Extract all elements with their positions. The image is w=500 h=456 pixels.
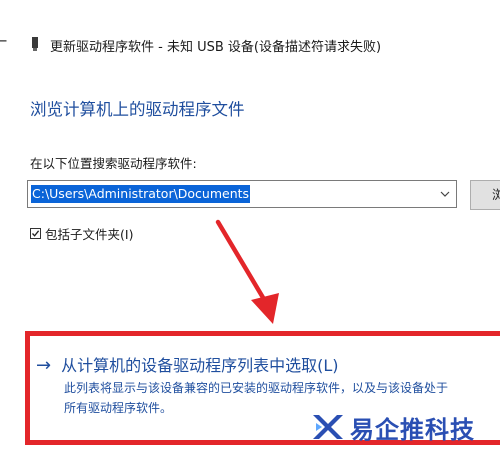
include-subfolders-label[interactable]: 包括子文件夹(I) xyxy=(45,224,133,243)
back-arrow-icon[interactable]: ← xyxy=(0,33,7,49)
include-subfolders-checkbox[interactable]: 包括子文件夹(I) xyxy=(30,224,133,243)
pick-from-list-label[interactable]: 从计算机的设备驱动程序列表中选取(L) xyxy=(61,356,338,376)
page-heading: 浏览计算机上的驱动程序文件 xyxy=(30,100,245,119)
search-path-combobox[interactable]: C:\Users\Administrator\Documents xyxy=(27,180,457,208)
pick-from-list-description-line2: 所有驱动程序软件。 xyxy=(64,401,173,415)
update-driver-dialog: ← 更新驱动程序软件 - 未知 USB 设备(设备描述符请求失败) 浏览计算机上… xyxy=(0,0,500,456)
search-location-label: 在以下位置搜索驱动程序软件: xyxy=(30,156,197,171)
window-title: 更新驱动程序软件 - 未知 USB 设备(设备描述符请求失败) xyxy=(50,40,382,55)
usb-device-icon xyxy=(32,37,38,51)
pick-from-list-description-line1: 此列表将显示与该设备兼容的已安装的驱动程序软件，以及与该设备处于 xyxy=(64,381,449,395)
checkbox-box[interactable] xyxy=(30,227,41,239)
watermark-text: 易企推科技 xyxy=(350,415,475,444)
search-path-input[interactable]: C:\Users\Administrator\Documents xyxy=(31,185,251,203)
checkmark-icon xyxy=(32,229,40,237)
right-arrow-icon: → xyxy=(36,355,52,376)
chevron-down-icon[interactable] xyxy=(440,189,450,199)
watermark-logo-icon xyxy=(313,415,343,439)
watermark: 易企推科技 xyxy=(310,407,475,447)
pick-from-list-link[interactable]: → 从计算机的设备驱动程序列表中选取(L) xyxy=(36,356,339,376)
browse-button[interactable]: 浏 xyxy=(470,180,500,210)
